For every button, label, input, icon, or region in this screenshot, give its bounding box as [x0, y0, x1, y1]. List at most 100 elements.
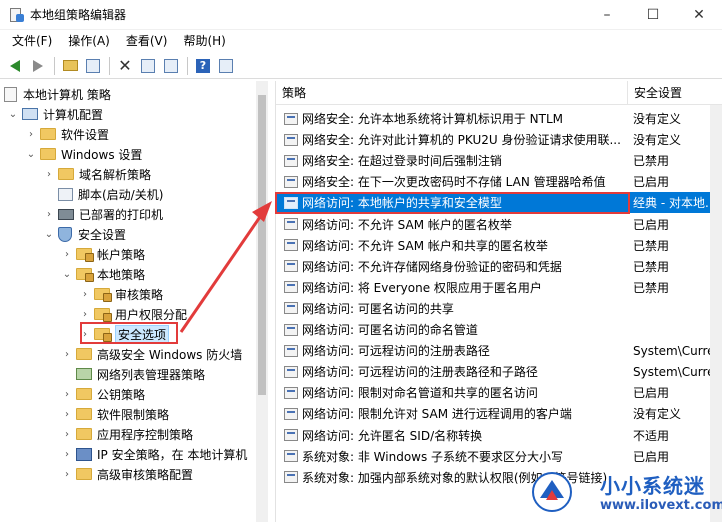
maximize-button[interactable]: ☐	[630, 0, 676, 30]
column-header-security-setting[interactable]: 安全设置	[627, 81, 722, 105]
policy-setting-value: 已启用	[633, 449, 670, 464]
close-button[interactable]: ✕	[676, 0, 722, 30]
policy-name: 网络安全: 在下一次更改密码时不存储 LAN 管理器哈希值	[302, 175, 606, 190]
collapse-chevron-icon[interactable]: ⌄	[44, 229, 54, 240]
tree-dns-policy[interactable]: › 域名解析策略	[44, 164, 151, 184]
tree-public-key[interactable]: › 公钥策略	[62, 384, 145, 404]
tree-software-settings[interactable]: › 软件设置	[26, 124, 109, 144]
console-view-button[interactable]	[215, 55, 237, 77]
scrollbar-thumb[interactable]	[258, 95, 266, 395]
policy-row[interactable]: 网络安全: 允许对此计算机的 PKU2U 身份验证请求使用联... 没有定义	[276, 129, 722, 150]
expand-chevron-icon[interactable]: ›	[62, 469, 72, 480]
policy-setting-value: 已启用	[633, 175, 670, 190]
column-header-policy[interactable]: 策略	[282, 81, 306, 105]
policy-name: 网络访问: 将 Everyone 权限应用于匿名用户	[302, 280, 542, 295]
toolbar-separator	[109, 56, 110, 75]
list-scrollbar[interactable]	[710, 105, 722, 522]
expand-chevron-icon[interactable]: ›	[62, 409, 72, 420]
tree-label: 软件限制策略	[97, 407, 170, 422]
tree-scrollbar[interactable]	[256, 81, 268, 522]
folder-up-icon	[62, 60, 78, 71]
policy-row[interactable]: 网络访问: 可远程访问的注册表路径 System\CurrentC...	[276, 340, 722, 361]
collapse-chevron-icon[interactable]: ⌄	[62, 269, 72, 280]
tree-app-control[interactable]: › 应用程序控制策略	[62, 424, 193, 444]
menu-view[interactable]: 查看(V)	[118, 30, 176, 52]
show-hide-tree-button[interactable]	[82, 55, 104, 77]
help-button[interactable]: ?	[192, 55, 214, 77]
expand-chevron-icon[interactable]: ›	[62, 429, 72, 440]
export-list-icon	[164, 58, 178, 73]
policy-row[interactable]: 网络访问: 限制允许对 SAM 进行远程调用的客户端 没有定义	[276, 403, 722, 424]
policy-row[interactable]: 网络访问: 可远程访问的注册表路径和子路径 System\CurrentC...	[276, 361, 722, 382]
policy-item-icon	[284, 175, 298, 188]
up-one-level-button[interactable]	[59, 55, 81, 77]
policy-row[interactable]: 网络访问: 允许匿名 SID/名称转换 不适用	[276, 425, 722, 446]
tree-scripts[interactable]: 脚本(启动/关机)	[44, 184, 163, 204]
policy-name: 网络安全: 允许对此计算机的 PKU2U 身份验证请求使用联...	[302, 133, 621, 148]
tree-user-rights[interactable]: › 用户权限分配	[80, 304, 187, 324]
expand-chevron-icon[interactable]: ›	[62, 449, 72, 460]
tree-security-settings[interactable]: ⌄ 安全设置	[44, 224, 126, 244]
collapse-chevron-icon[interactable]: ⌄	[8, 109, 18, 120]
forward-arrow-icon	[33, 59, 43, 72]
policy-row[interactable]: 网络安全: 在超过登录时间后强制注销 已禁用	[276, 150, 722, 171]
policy-row[interactable]: 网络访问: 不允许存储网络身份验证的密码和凭据 已禁用	[276, 256, 722, 277]
tree-local-policy[interactable]: ⌄ 本地策略	[62, 264, 145, 284]
tree-windows-settings[interactable]: ⌄ Windows 设置	[26, 144, 143, 164]
tree-software-restriction[interactable]: › 软件限制策略	[62, 404, 169, 424]
policy-row[interactable]: 网络访问: 不允许 SAM 帐户和共享的匿名枚举 已禁用	[276, 235, 722, 256]
security-shield-icon	[58, 226, 72, 242]
policy-row[interactable]: 网络访问: 可匿名访问的命名管道	[276, 319, 722, 340]
tree-ipsec[interactable]: › IP 安全策略，在 本地计算机	[62, 444, 247, 464]
policy-item-icon	[284, 302, 298, 315]
policy-item-icon	[284, 133, 298, 146]
collapse-chevron-icon[interactable]: ⌄	[26, 149, 36, 160]
policy-row[interactable]: 网络访问: 限制对命名管道和共享的匿名访问 已启用	[276, 382, 722, 403]
tree-root[interactable]: 本地计算机 策略	[4, 84, 111, 104]
policy-item-icon	[284, 450, 298, 463]
expand-chevron-icon[interactable]: ›	[26, 129, 36, 140]
tree-label: 本地计算机 策略	[23, 87, 111, 102]
expand-chevron-icon[interactable]: ›	[62, 389, 72, 400]
policy-row[interactable]: 系统对象: 非 Windows 子系统不要求区分大小写 已启用	[276, 446, 722, 467]
back-button[interactable]	[4, 55, 26, 77]
expand-chevron-icon[interactable]: ›	[44, 169, 54, 180]
locked-folder-icon	[94, 308, 112, 322]
expand-chevron-icon[interactable]: ›	[62, 349, 72, 360]
policy-row[interactable]: 网络访问: 将 Everyone 权限应用于匿名用户 已禁用	[276, 277, 722, 298]
scripts-icon	[58, 187, 73, 201]
delete-button[interactable]: ✕	[114, 55, 136, 77]
expand-chevron-icon[interactable]: ›	[44, 209, 54, 220]
tree-computer-config[interactable]: ⌄ 计算机配置	[8, 104, 103, 124]
locked-folder-icon	[94, 288, 112, 302]
policy-row[interactable]: 网络访问: 不允许 SAM 帐户的匿名枚举 已启用	[276, 214, 722, 235]
tree-advanced-audit[interactable]: › 高级审核策略配置	[62, 464, 193, 484]
policy-setting-value: 没有定义	[633, 133, 682, 148]
forward-button[interactable]	[27, 55, 49, 77]
folder-icon	[76, 348, 92, 360]
menu-help[interactable]: 帮助(H)	[175, 30, 233, 52]
expand-chevron-icon[interactable]: ›	[80, 309, 90, 320]
expand-chevron-icon[interactable]: ›	[62, 249, 72, 260]
policy-row[interactable]: 网络安全: 允许本地系统将计算机标识用于 NTLM 没有定义	[276, 108, 722, 129]
tree-printers[interactable]: › 已部署的打印机	[44, 204, 163, 224]
minimize-button[interactable]: –	[584, 0, 630, 30]
menu-file[interactable]: 文件(F)	[4, 30, 60, 52]
export-list-button[interactable]	[160, 55, 182, 77]
policy-row[interactable]: 网络访问: 可匿名访问的共享	[276, 298, 722, 319]
tree-label: 软件设置	[61, 127, 110, 142]
console-view-icon	[219, 58, 233, 73]
expand-chevron-icon[interactable]: ›	[80, 289, 90, 300]
policy-row[interactable]: 网络安全: 在下一次更改密码时不存储 LAN 管理器哈希值 已启用	[276, 171, 722, 192]
tree-firewall[interactable]: › 高级安全 Windows 防火墙	[62, 344, 242, 364]
annotation-highlight-row	[275, 192, 630, 214]
tree-account-policy[interactable]: › 帐户策略	[62, 244, 145, 264]
tree-audit-policy[interactable]: › 审核策略	[80, 284, 163, 304]
policy-setting-value: 经典 - 对本地...	[633, 196, 717, 211]
watermark-name: 小小系统迷	[600, 474, 705, 498]
policy-setting-value: System\CurrentC...	[633, 343, 722, 358]
properties-button[interactable]	[137, 55, 159, 77]
toolbar-separator	[54, 56, 55, 75]
menu-action[interactable]: 操作(A)	[60, 30, 118, 52]
tree-network-list[interactable]: 网络列表管理器策略	[62, 364, 205, 384]
